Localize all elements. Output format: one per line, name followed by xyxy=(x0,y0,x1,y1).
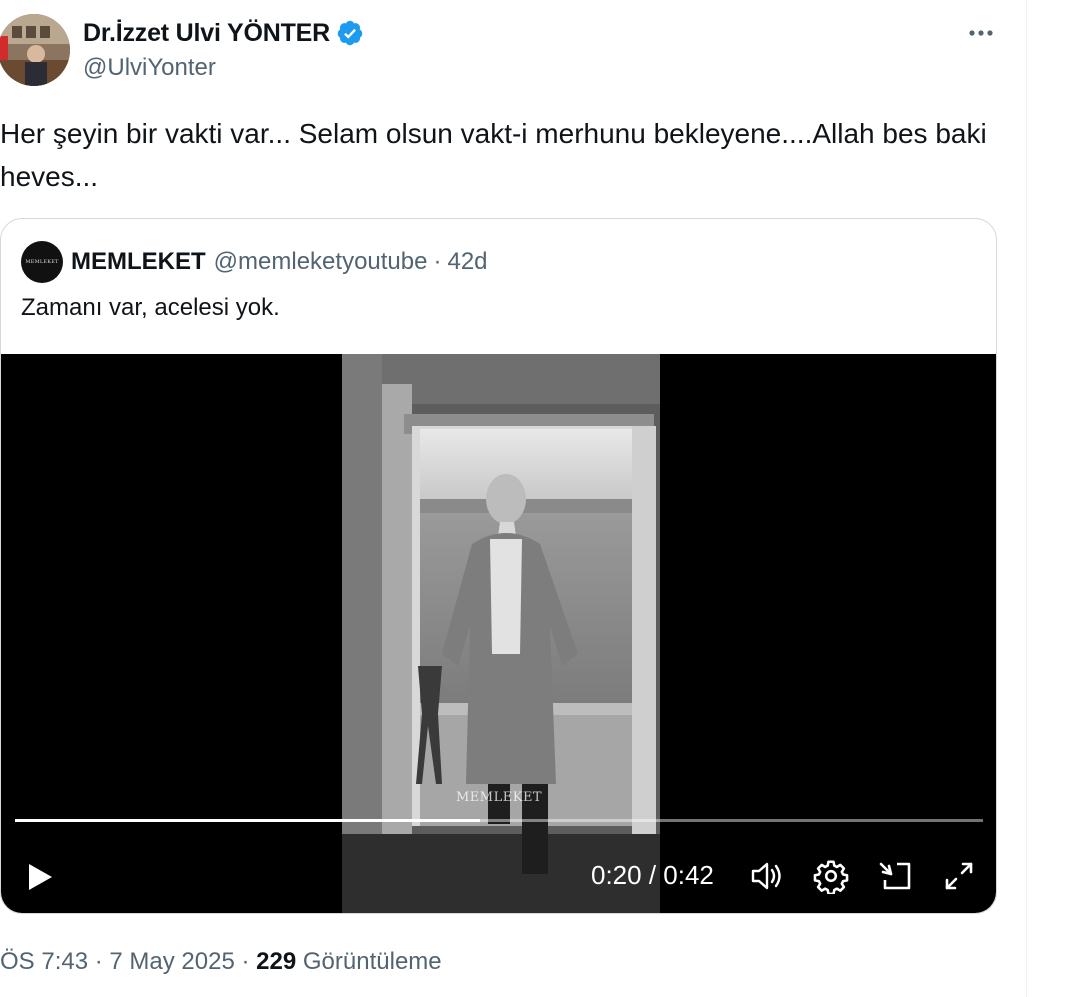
video-player[interactable]: MEMLEKET 0:20 / 0:42 xyxy=(1,354,996,913)
quoted-author-handle[interactable]: @memleketyoutube xyxy=(214,248,428,276)
author-name-row[interactable]: Dr.İzzet Ulvi YÖNTER xyxy=(83,16,364,50)
column-divider xyxy=(1026,0,1027,997)
video-progress-fill xyxy=(15,819,480,822)
video-watermark: MEMLEKET xyxy=(456,790,543,805)
gear-icon xyxy=(813,860,849,896)
ellipsis-icon xyxy=(969,30,993,36)
fullscreen-icon xyxy=(945,862,973,890)
tweet-date[interactable]: 7 May 2025 xyxy=(109,948,234,975)
meta-separator: · xyxy=(241,948,250,975)
video-progress-bar[interactable] xyxy=(15,819,983,822)
more-options-button[interactable] xyxy=(962,18,1000,48)
pip-icon xyxy=(879,862,911,890)
views-count: 229 xyxy=(256,948,297,975)
quoted-tweet-card[interactable]: MEMLEKET MEMLEKET @memleketyoutube · 42d… xyxy=(0,218,997,914)
views-label: Görüntüleme xyxy=(302,948,442,975)
video-frame-image xyxy=(342,354,660,913)
quoted-separator: · xyxy=(433,248,442,275)
quoted-tweet-header: MEMLEKET MEMLEKET @memleketyoutube · 42d xyxy=(21,241,488,283)
tweet-meta-row: ÖS 7:43 · 7 May 2025 · 229 Görüntüleme xyxy=(0,948,442,976)
settings-button[interactable] xyxy=(813,858,849,896)
volume-icon xyxy=(751,862,781,890)
avatar-image xyxy=(0,14,70,86)
play-button[interactable] xyxy=(21,859,57,895)
tweet-text: Her şeyin bir vakti var... Selam olsun v… xyxy=(0,118,987,192)
tweet-time[interactable]: ÖS 7:43 xyxy=(0,948,88,975)
author-avatar[interactable] xyxy=(0,14,70,86)
author-handle[interactable]: @UlviYonter xyxy=(83,54,216,82)
video-frame xyxy=(342,354,660,913)
fullscreen-button[interactable] xyxy=(941,858,977,894)
play-icon xyxy=(29,864,52,890)
quoted-tweet-text: Zamanı var, acelesi yok. xyxy=(21,294,280,321)
picture-in-picture-button[interactable] xyxy=(877,858,913,894)
quoted-author-avatar[interactable]: MEMLEKET xyxy=(21,241,63,283)
author-display-name[interactable]: Dr.İzzet Ulvi YÖNTER xyxy=(83,19,330,48)
quoted-author-name[interactable]: MEMLEKET xyxy=(71,248,206,276)
quoted-timestamp[interactable]: 42d xyxy=(447,248,487,276)
quoted-avatar-logo-text: MEMLEKET xyxy=(25,259,59,265)
video-time-display: 0:20 / 0:42 xyxy=(591,860,714,890)
meta-separator: · xyxy=(94,948,103,975)
volume-button[interactable] xyxy=(749,858,787,894)
verified-badge-icon xyxy=(337,20,363,46)
